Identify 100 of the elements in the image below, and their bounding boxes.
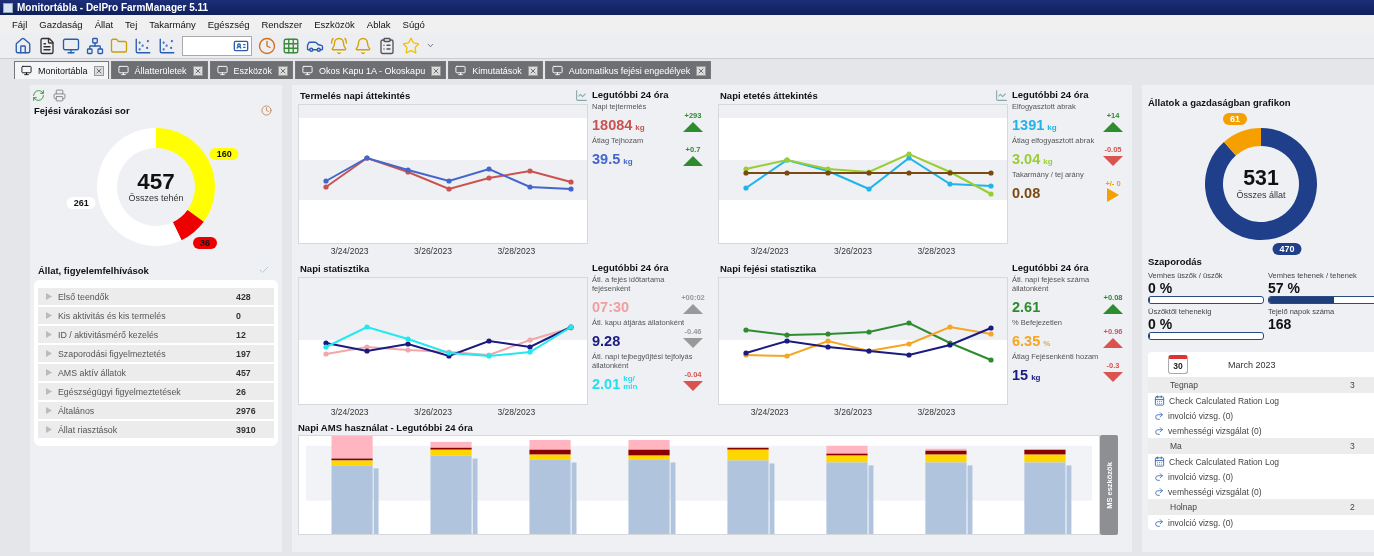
stat-value: 1391 xyxy=(1012,117,1045,133)
alert-label: ID / aktivitásmérő kezelés xyxy=(58,329,160,340)
chart-title: Napi statisztika xyxy=(300,263,370,274)
menu-item[interactable]: Súgó xyxy=(396,16,431,32)
scatter-chart-icon[interactable] xyxy=(134,36,152,55)
menu-item[interactable]: Takarmány xyxy=(143,16,202,32)
stat-unit: kg xyxy=(635,124,645,132)
tab[interactable]: Állatterületek xyxy=(110,61,208,79)
close-icon[interactable] xyxy=(93,65,104,76)
alert-label: Általános xyxy=(58,405,96,416)
chart-title: Napi AMS használat - Legutóbbi 24 óra xyxy=(298,422,474,433)
bell-icon[interactable] xyxy=(330,36,348,55)
arrow-icon xyxy=(1154,486,1164,497)
alert-row[interactable]: Első teendők 428 xyxy=(38,288,274,305)
tab-icon xyxy=(551,65,563,76)
tab[interactable]: Automatikus fejési engedélyek xyxy=(544,61,712,79)
tab-icon xyxy=(455,65,467,76)
tab[interactable]: Eszközök xyxy=(209,61,294,79)
menu-item[interactable]: Gazdaság xyxy=(33,16,89,32)
check-icon[interactable] xyxy=(258,264,270,276)
close-icon[interactable] xyxy=(696,65,707,76)
alert-count: 12 xyxy=(236,329,247,340)
network-icon[interactable] xyxy=(86,36,104,55)
close-icon[interactable] xyxy=(192,65,203,76)
menu-item[interactable]: Fájl xyxy=(6,16,34,32)
stat-unit: % xyxy=(1043,340,1051,348)
calendar-entry[interactable]: vemhességi vizsgálat (0) xyxy=(1148,484,1374,499)
clock-icon[interactable] xyxy=(258,36,276,55)
chart-title: Termelés napi áttekintés xyxy=(300,90,411,101)
calendar-entry[interactable]: involció vizsg. (0) xyxy=(1148,515,1374,530)
monitor-icon[interactable] xyxy=(62,36,80,55)
caret-icon xyxy=(46,426,52,433)
close-icon[interactable] xyxy=(278,65,289,76)
group-row[interactable]: Holnap 2 xyxy=(1148,499,1374,515)
menu-item[interactable]: Egészség xyxy=(201,16,256,32)
caret-icon xyxy=(46,350,52,357)
alert-row[interactable]: Általános 2976 xyxy=(38,402,274,419)
house-icon[interactable] xyxy=(14,36,32,55)
tab-icon xyxy=(21,65,32,76)
alert-row[interactable]: Egészségügyi figyelmeztetések 26 xyxy=(38,383,274,400)
caret-icon xyxy=(46,312,52,319)
stat-unit: kg/ min xyxy=(623,375,639,391)
refresh-icon[interactable] xyxy=(32,89,45,103)
alert-row[interactable]: ID / aktivitásmérő kezelés 12 xyxy=(38,326,274,343)
line-chart-icon[interactable] xyxy=(995,89,1008,102)
calendar-icon: 30 xyxy=(1168,355,1188,374)
caret-icon xyxy=(46,407,52,414)
menu-item[interactable]: Rendszer xyxy=(255,16,309,32)
clock-icon[interactable] xyxy=(261,105,272,116)
calendar-entry[interactable]: involció vizsg. (0) xyxy=(1148,469,1374,484)
tab-icon xyxy=(117,65,129,76)
grid-icon[interactable] xyxy=(282,36,300,55)
tab[interactable]: Monitortábla xyxy=(14,61,109,79)
axis-label: 3/24/2023 xyxy=(750,246,789,256)
folder-icon[interactable] xyxy=(110,36,128,55)
number-field[interactable] xyxy=(182,35,252,56)
tab[interactable]: Kimutatások xyxy=(448,61,543,79)
axis-label: 3/26/2023 xyxy=(414,407,452,417)
calendar-entry[interactable]: vemhességi vizsgálat (0) xyxy=(1148,423,1374,438)
panel-title: Állat, figyelemfelhívások xyxy=(38,264,149,276)
metric-value: 0 % xyxy=(1148,316,1174,332)
panel-title: Szaporodás xyxy=(1148,256,1203,267)
caret-icon xyxy=(46,388,52,395)
stats-title: Legutóbbi 24 óra xyxy=(592,89,670,100)
stat-unit: kg xyxy=(1047,124,1057,132)
calendar-entry[interactable]: Check Calculated Ration Log xyxy=(1148,454,1374,469)
alert-row[interactable]: Állat riasztások 3910 xyxy=(38,421,274,438)
close-icon[interactable] xyxy=(431,65,442,76)
scatter-chart-icon[interactable] xyxy=(158,36,176,55)
alert-count: 26 xyxy=(236,386,247,397)
clipboard-icon[interactable] xyxy=(378,36,396,55)
total-count: 457 xyxy=(137,170,175,194)
stat-value: 3.04 xyxy=(1012,151,1041,167)
group-row[interactable]: Ma 3 xyxy=(1148,438,1374,454)
alert-label: Kis aktivitás és kis termelés xyxy=(58,310,167,321)
group-row[interactable]: Tegnap 3 xyxy=(1148,377,1374,393)
menu-item[interactable]: Eszközök xyxy=(308,16,361,32)
alert-count: 0 xyxy=(236,310,242,321)
calendar-icon xyxy=(1154,395,1165,406)
alert-row[interactable]: Szaporodási figyelmeztetés 197 xyxy=(38,345,274,362)
calendar-entry[interactable]: involció vizsg. (0) xyxy=(1148,408,1374,423)
tab[interactable]: Okos Kapu 1A - Okoskapu xyxy=(295,61,447,79)
value-label: 36 xyxy=(193,237,218,250)
close-icon[interactable] xyxy=(527,65,538,76)
caret-icon[interactable] xyxy=(426,41,435,50)
alert-row[interactable]: AMS aktív állatok 457 xyxy=(38,364,274,381)
axis-label: 3/24/2023 xyxy=(750,407,789,417)
stat-value: 9.28 xyxy=(592,333,621,349)
arrow-icon xyxy=(1154,471,1164,482)
axis-label: 3/26/2023 xyxy=(414,246,452,256)
calendar-entry[interactable]: Check Calculated Ration Log xyxy=(1148,393,1374,408)
printer-icon[interactable] xyxy=(53,89,66,103)
menu-item[interactable]: Állat xyxy=(88,16,120,32)
menu-item[interactable]: Tej xyxy=(119,16,144,32)
bell-icon[interactable] xyxy=(354,36,372,55)
star-icon[interactable] xyxy=(402,36,420,55)
alert-row[interactable]: Kis aktivitás és kis termelés 0 xyxy=(38,307,274,324)
line-chart-icon[interactable] xyxy=(575,89,588,102)
menu-item[interactable]: Ablak xyxy=(360,16,397,32)
document-icon[interactable] xyxy=(38,36,56,55)
